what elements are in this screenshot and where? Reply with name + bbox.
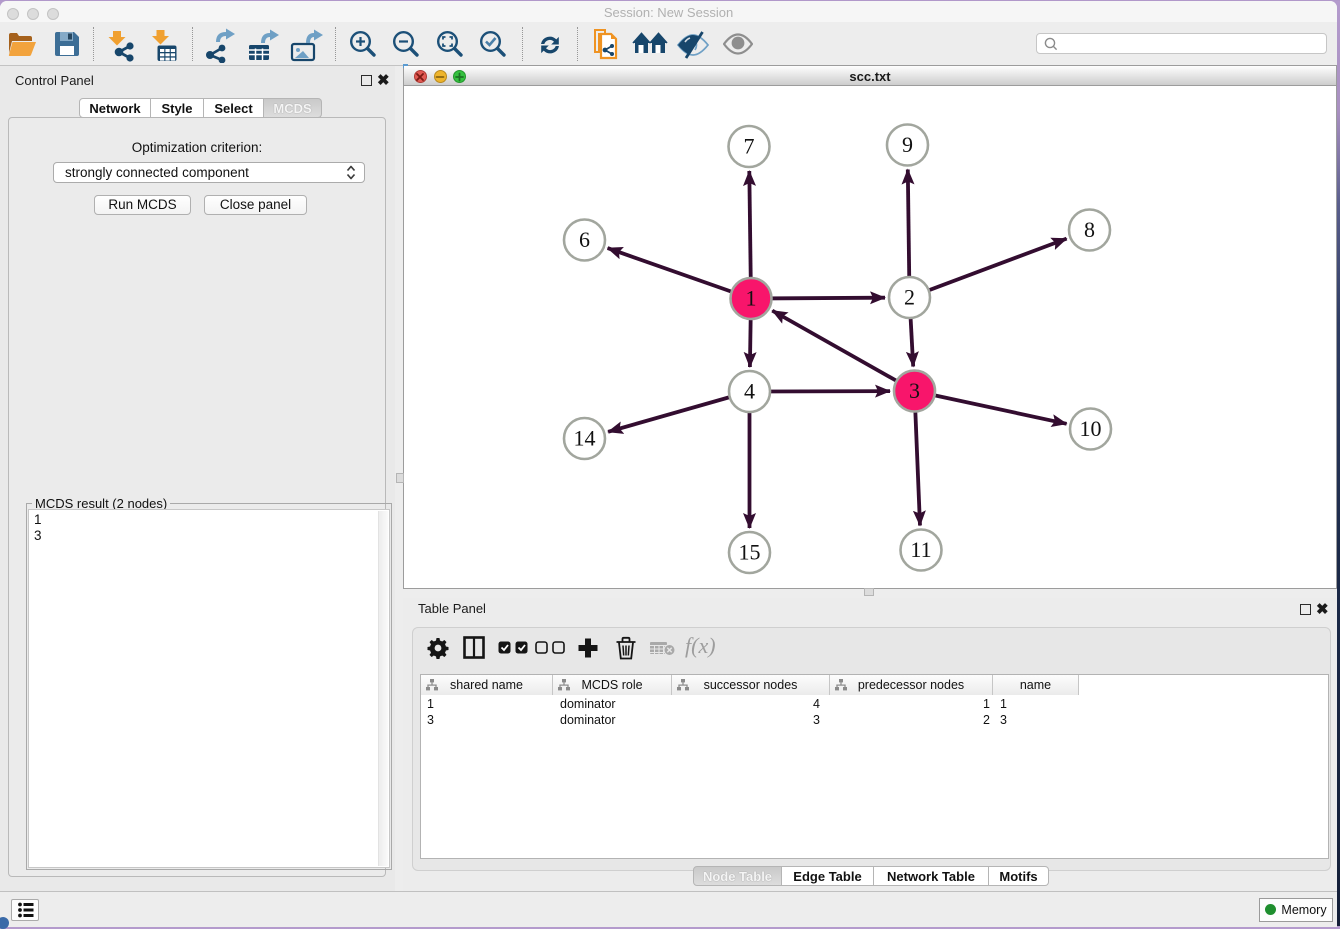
svg-text:4: 4: [744, 379, 755, 404]
svg-text:14: 14: [574, 426, 596, 451]
svg-text:8: 8: [1084, 217, 1095, 242]
svg-text:7: 7: [744, 134, 755, 159]
svg-text:10: 10: [1080, 416, 1102, 441]
svg-text:3: 3: [909, 378, 920, 403]
svg-text:15: 15: [739, 540, 761, 565]
svg-text:1: 1: [746, 286, 757, 311]
svg-text:2: 2: [904, 285, 915, 310]
svg-text:6: 6: [579, 227, 590, 252]
svg-text:9: 9: [902, 132, 913, 157]
svg-text:11: 11: [910, 537, 931, 562]
